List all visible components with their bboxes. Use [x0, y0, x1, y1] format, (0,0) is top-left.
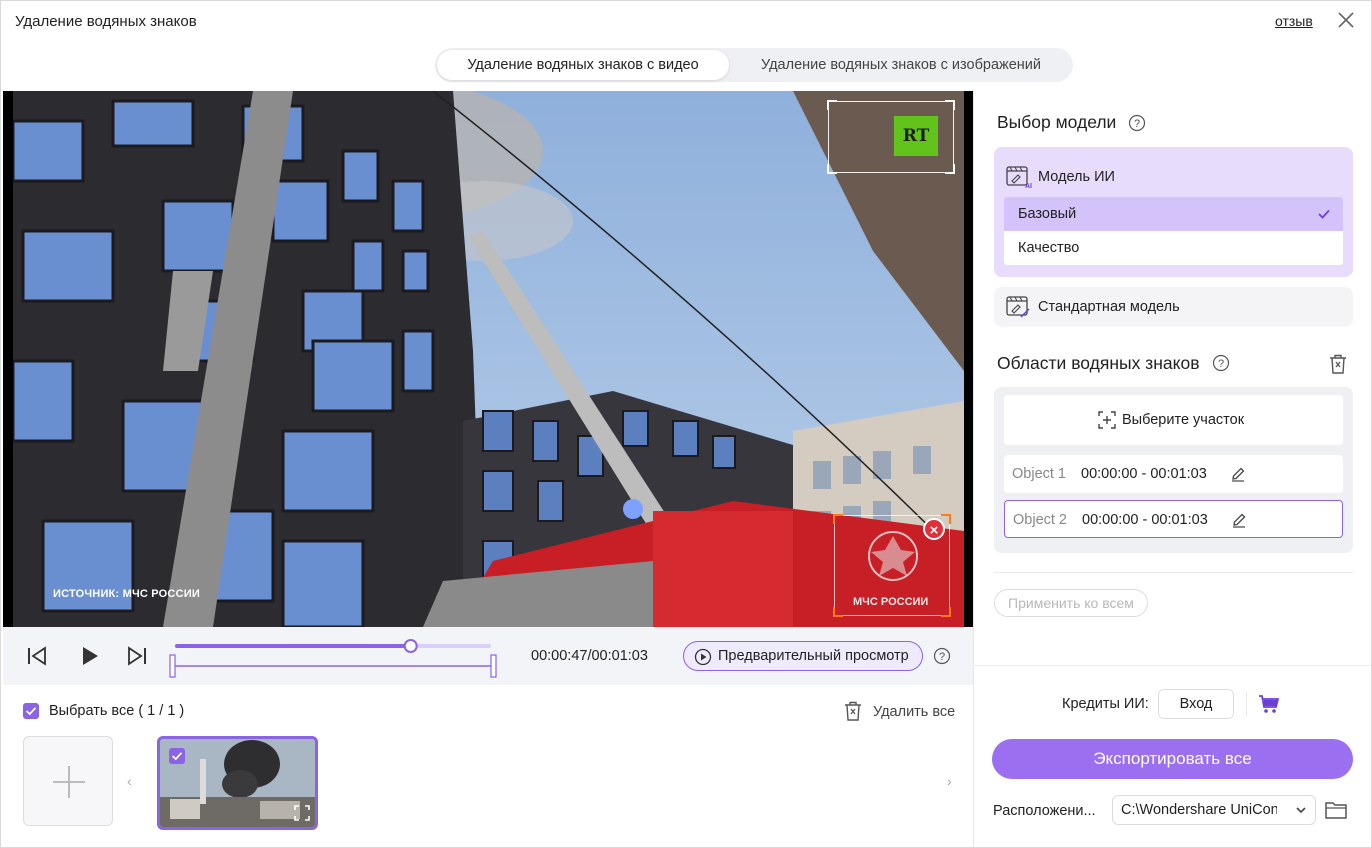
- add-file-button[interactable]: [23, 736, 113, 826]
- object-time-range: 00:00:00 - 00:01:03: [1082, 512, 1208, 528]
- edit-icon[interactable]: [1230, 466, 1246, 482]
- model-option-label: Базовый: [1018, 206, 1077, 222]
- model-section-title: Выбор модели: [997, 112, 1117, 132]
- rt-logo: RT: [894, 116, 938, 156]
- thumbnail-checkbox[interactable]: [169, 748, 185, 764]
- ai-model-group: AI Модель ИИ Базовый Качество: [994, 147, 1353, 277]
- ai-credits-label: Кредиты ИИ:: [1062, 696, 1149, 712]
- mchs-watermark-text: МЧС РОССИИ: [853, 596, 929, 608]
- time-display: 00:00:47/00:01:03: [531, 648, 648, 664]
- location-label: Расположени...: [993, 803, 1096, 819]
- location-select[interactable]: C:\Wondershare UniConv: [1112, 795, 1316, 825]
- play-circle-icon: [694, 648, 712, 666]
- trash-icon[interactable]: [1328, 353, 1348, 375]
- svg-text:?: ?: [939, 651, 945, 663]
- video-thumbnail[interactable]: [157, 736, 318, 830]
- trash-icon: [845, 701, 861, 721]
- check-icon: [171, 752, 183, 761]
- select-all-checkbox[interactable]: [23, 703, 39, 719]
- apply-to-all-button[interactable]: Применить ко всем: [994, 589, 1148, 617]
- close-icon[interactable]: [1336, 10, 1356, 30]
- export-all-button[interactable]: Экспортировать все: [992, 739, 1353, 779]
- object-row[interactable]: Object 2 00:00:00 - 00:01:03: [1004, 500, 1343, 538]
- window-title: Удаление водяных знаков: [15, 13, 197, 30]
- divider: [1246, 691, 1247, 717]
- title-bar: Удаление водяных знаков отзыв: [1, 1, 1372, 43]
- select-all-label: Выбрать все ( 1 / 1 ): [49, 703, 185, 719]
- divider: [974, 665, 1372, 666]
- scroll-left-icon[interactable]: ‹: [127, 773, 132, 789]
- tab-video[interactable]: Удаление водяных знаков с видео: [437, 50, 729, 80]
- choose-area-button[interactable]: Выберите участок: [1004, 395, 1343, 445]
- login-button[interactable]: Вход: [1158, 689, 1234, 719]
- svg-text:AI: AI: [1025, 183, 1032, 189]
- select-area-icon: [1098, 411, 1116, 429]
- location-value: C:\Wondershare UniConv: [1121, 802, 1277, 818]
- help-icon[interactable]: ?: [933, 647, 951, 665]
- chevron-down-icon: [1296, 807, 1306, 814]
- watermark-selection-rt[interactable]: RT: [827, 100, 955, 174]
- object-time-range: 00:00:00 - 00:01:03: [1081, 466, 1207, 482]
- remove-selection-icon[interactable]: ×: [923, 518, 945, 540]
- watermark-areas-list: Выберите участок Object 1 00:00:00 - 00:…: [994, 387, 1353, 553]
- feedback-link[interactable]: отзыв: [1275, 13, 1313, 29]
- video-preview[interactable]: RT ИСТОЧНИК: МЧС РОССИИ МЧС РОССИИ ×: [3, 91, 973, 627]
- ai-model-label: Модель ИИ: [1038, 169, 1115, 185]
- check-icon: [25, 707, 37, 716]
- delete-all-label: Удалить все: [873, 704, 956, 720]
- play-icon[interactable]: [77, 644, 101, 668]
- mchs-emblem-icon: [868, 531, 918, 581]
- corner-handle[interactable]: [827, 164, 837, 174]
- settings-panel: Выбор модели ? AI Модель ИИ Базовый Каче…: [973, 91, 1372, 847]
- mode-tabs: Удаление водяных знаков с видео Удаление…: [435, 48, 1073, 82]
- help-icon[interactable]: ?: [1128, 114, 1146, 132]
- choose-area-label: Выберите участок: [1122, 412, 1245, 428]
- ai-model-icon: AI: [1006, 166, 1032, 189]
- object-name: Object 1: [1012, 466, 1066, 482]
- model-option-quality[interactable]: Качество: [1004, 231, 1343, 265]
- edit-icon[interactable]: [1231, 512, 1247, 528]
- standard-model-label: Стандартная модель: [1038, 299, 1180, 315]
- checkmark-icon: [1318, 209, 1330, 219]
- svg-text:?: ?: [1134, 118, 1140, 130]
- next-frame-icon[interactable]: [125, 644, 149, 668]
- object-row[interactable]: Object 1 00:00:00 - 00:01:03: [1004, 455, 1343, 493]
- cart-icon[interactable]: [1258, 694, 1280, 714]
- svg-text:?: ?: [1218, 358, 1224, 370]
- video-frame: [13, 91, 964, 627]
- divider: [994, 572, 1353, 573]
- corner-handle[interactable]: [827, 100, 837, 110]
- timeline[interactable]: [167, 639, 503, 679]
- preview-button[interactable]: Предварительный просмотр: [683, 641, 923, 671]
- corner-handle[interactable]: [945, 164, 955, 174]
- prev-frame-icon[interactable]: [25, 644, 49, 668]
- corner-handle[interactable]: [833, 514, 843, 524]
- fullscreen-icon[interactable]: [294, 805, 310, 821]
- player-controls: 00:00:47/00:01:03 Предварительный просмо…: [3, 627, 973, 685]
- corner-handle[interactable]: [941, 607, 951, 617]
- corner-handle[interactable]: [833, 607, 843, 617]
- corner-handle[interactable]: [945, 100, 955, 110]
- watermark-remover-window: Удаление водяных знаков отзыв Удаление в…: [0, 0, 1372, 848]
- object-name: Object 2: [1013, 512, 1067, 528]
- video-source-caption: ИСТОЧНИК: МЧС РОССИИ: [53, 588, 200, 600]
- tab-image[interactable]: Удаление водяных знаков с изображений: [735, 50, 1067, 80]
- standard-model-icon: [1006, 296, 1030, 318]
- watermark-selection-emblem[interactable]: МЧС РОССИИ ×: [833, 514, 951, 617]
- help-icon[interactable]: ?: [1212, 354, 1230, 372]
- model-option-basic[interactable]: Базовый: [1004, 197, 1343, 231]
- plus-icon: [53, 766, 85, 798]
- areas-section-title: Области водяных знаков: [997, 353, 1200, 373]
- model-option-label: Качество: [1018, 240, 1080, 256]
- standard-model-option[interactable]: Стандартная модель: [994, 287, 1353, 327]
- timeline-track[interactable]: [167, 639, 503, 679]
- scroll-right-icon[interactable]: ›: [947, 773, 952, 789]
- preview-label: Предварительный просмотр: [718, 648, 909, 664]
- folder-icon[interactable]: [1324, 799, 1348, 821]
